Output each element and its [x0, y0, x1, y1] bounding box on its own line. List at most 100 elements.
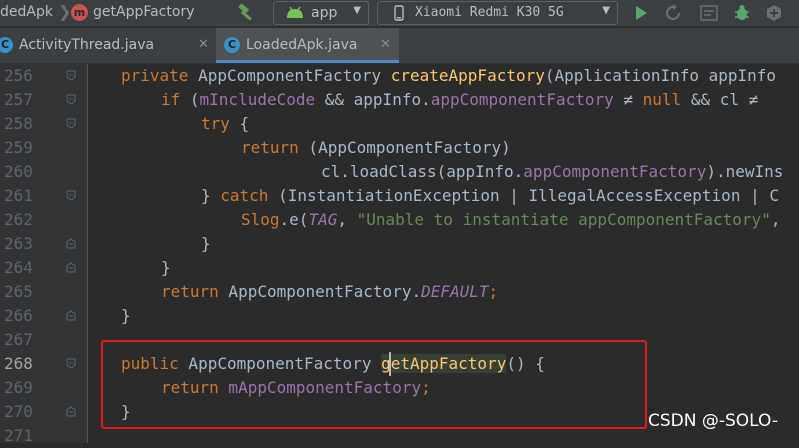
code-line: 259 return (AppComponentFactory)	[0, 136, 799, 160]
chevron-down-icon: ▼	[353, 5, 361, 16]
line-number: 264	[4, 258, 33, 277]
attach-debugger-icon[interactable]	[765, 4, 783, 22]
run-icon[interactable]	[632, 4, 650, 22]
fold-icon[interactable]	[66, 118, 76, 129]
class-icon: C	[224, 37, 240, 53]
device-label: Xiaomi Redmi K30 5G	[415, 5, 564, 20]
code-token: (	[180, 90, 200, 109]
code-token: createAppFactory	[390, 66, 545, 85]
code-token: catch	[220, 186, 269, 205]
code-line: 257 if (mIncludeCode && appInfo.appCompo…	[0, 88, 799, 112]
code-token: appComponentFactory	[523, 162, 707, 181]
apply-changes-icon[interactable]	[664, 4, 682, 22]
fold-icon[interactable]	[66, 358, 76, 369]
code-line: 256 private AppComponentFactory createAp…	[0, 64, 799, 88]
line-number: 268	[4, 354, 33, 373]
method-badge-icon: m	[71, 4, 88, 21]
run-config-dropdown[interactable]: app ▼	[273, 1, 369, 25]
code-token: return	[241, 138, 299, 157]
code-token: mIncludeCode	[199, 90, 316, 109]
line-number: 265	[4, 282, 33, 301]
code-token: appComponentFactory	[430, 90, 614, 109]
line-number: 271	[4, 426, 33, 445]
code-token: cl.loadClass(appInfo.	[321, 162, 524, 181]
code-line: 261 } catch (InstantiationException | Il…	[0, 184, 799, 208]
phone-icon	[394, 5, 404, 21]
tab-label: LoadedApk.java	[246, 37, 358, 53]
tab-loadedapk[interactable]: C LoadedApk.java ✕	[216, 28, 399, 63]
code-token: && appInfo.	[315, 90, 431, 109]
line-number: 263	[4, 234, 33, 253]
breadcrumb-separator-icon: ❯	[58, 2, 72, 21]
tab-activitythread[interactable]: C ActivityThread.java ✕	[0, 28, 215, 63]
fold-end-icon[interactable]	[66, 406, 76, 417]
line-number: 269	[4, 378, 33, 397]
line-number: 260	[4, 162, 33, 181]
code-token: ;	[488, 282, 499, 301]
fold-end-icon[interactable]	[66, 310, 76, 321]
code-line: 263 }	[0, 232, 799, 256]
code-token: }	[121, 306, 131, 325]
code-token: AppComponentFactory	[188, 66, 391, 85]
code-token: Slog	[241, 210, 280, 229]
breadcrumb-file[interactable]: dedApk	[0, 4, 53, 20]
code-token: DEFAULT	[421, 282, 489, 301]
code-token: .e(	[279, 210, 309, 229]
code-token: try	[201, 114, 230, 133]
line-number: 259	[4, 138, 33, 157]
code-token: "Unable to instantiate appComponentFacto…	[356, 210, 771, 229]
code-token: && cl ≠	[681, 90, 759, 109]
fold-icon[interactable]	[66, 70, 76, 81]
code-token: (ApplicationInfo appInfo	[544, 66, 777, 85]
code-token: if	[161, 90, 181, 109]
line-number: 258	[4, 114, 33, 133]
close-icon[interactable]: ✕	[380, 37, 391, 52]
build-hammer-icon[interactable]	[236, 2, 258, 24]
code-token: return	[161, 282, 219, 301]
code-token: (InstantiationException | IllegalAccessE…	[268, 186, 779, 205]
code-token: null	[642, 90, 682, 109]
code-line: 258 try {	[0, 112, 799, 136]
fold-icon[interactable]	[66, 190, 76, 201]
line-number: 266	[4, 306, 33, 325]
line-number: 267	[4, 330, 33, 349]
code-token: TAG	[308, 210, 338, 229]
device-dropdown[interactable]: Xiaomi Redmi K30 5G ▼	[377, 1, 618, 25]
code-token: (AppComponentFactory)	[298, 138, 511, 157]
code-token: AppComponentFactory.	[218, 282, 422, 301]
code-line: 260 cl.loadClass(appInfo.appComponentFac…	[0, 160, 799, 184]
line-number: 262	[4, 210, 33, 229]
code-editor[interactable]: 256 private AppComponentFactory createAp…	[0, 64, 799, 445]
tab-label: ActivityThread.java	[19, 37, 155, 53]
code-line: 262 Slog.e(TAG, "Unable to instantiate a…	[0, 208, 799, 232]
code-token: ).newIns	[706, 162, 784, 181]
fold-icon[interactable]	[66, 94, 76, 105]
line-number: 270	[4, 402, 33, 421]
chevron-down-icon: ▼	[602, 5, 610, 16]
code-token: }	[201, 234, 211, 253]
code-token: ,	[337, 210, 357, 229]
line-number: 256	[4, 66, 33, 85]
apply-code-changes-icon[interactable]	[700, 4, 718, 22]
run-config-label: app	[311, 5, 338, 21]
watermark: CSDN @-SOLO-	[648, 411, 779, 431]
breadcrumb-method[interactable]: getAppFactory	[93, 4, 194, 20]
code-token: }	[161, 258, 171, 277]
line-number: 257	[4, 90, 33, 109]
line-number: 261	[4, 186, 33, 205]
editor-tabs: C ActivityThread.java ✕ C LoadedApk.java…	[0, 28, 799, 64]
code-line: 264 }	[0, 256, 799, 280]
close-icon[interactable]: ✕	[198, 37, 209, 52]
debug-bug-icon[interactable]	[733, 4, 751, 22]
fold-end-icon[interactable]	[66, 238, 76, 249]
android-icon	[287, 7, 303, 18]
code-token: {	[229, 114, 250, 133]
class-icon: C	[0, 37, 13, 53]
code-token: ≠	[613, 90, 643, 109]
code-line: 266 }	[0, 304, 799, 328]
code-line: 265 return AppComponentFactory.DEFAULT;	[0, 280, 799, 304]
code-token: }	[201, 186, 221, 205]
navigation-toolbar: dedApk ❯ m getAppFactory app ▼ Xiaomi Re…	[0, 0, 799, 27]
fold-end-icon[interactable]	[66, 262, 76, 273]
code-token: private	[121, 66, 189, 85]
